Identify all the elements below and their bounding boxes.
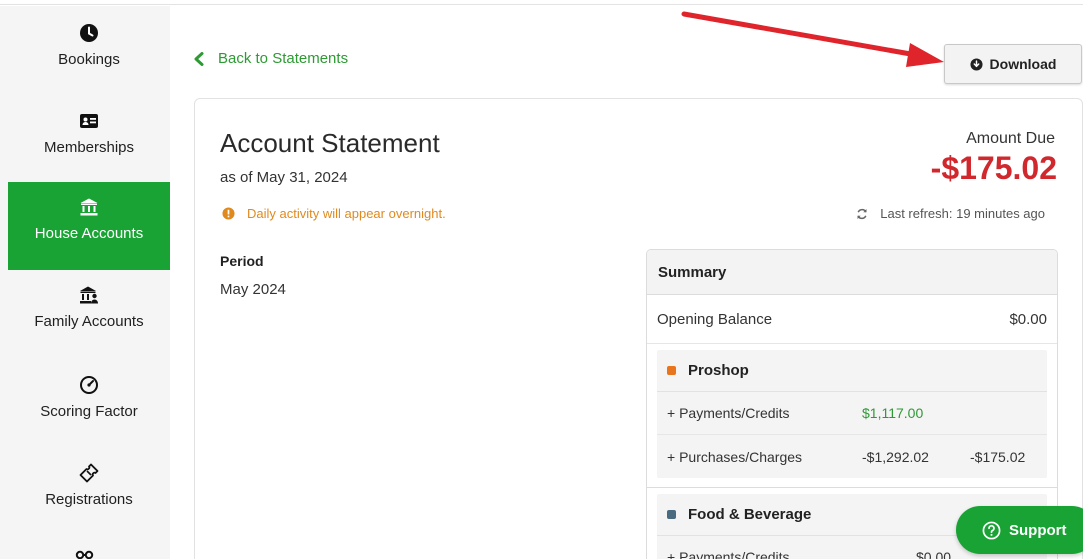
period-value: May 2024 <box>220 281 286 298</box>
opening-balance-value: $0.00 <box>1009 310 1047 328</box>
row-amount: $1,117.00 <box>862 405 924 421</box>
sidebar-item-family-accounts[interactable]: Family Accounts <box>8 270 170 358</box>
last-refresh-text: Last refresh: 19 minutes ago <box>880 206 1045 221</box>
sidebar-item-house-accounts[interactable]: House Accounts <box>8 182 170 270</box>
sidebar-item-memberships[interactable]: Memberships <box>8 96 170 184</box>
sidebar-item-label: Family Accounts <box>34 313 144 330</box>
row-label: + Purchases/Charges <box>667 448 803 465</box>
top-divider <box>0 0 1083 5</box>
page-title: Account Statement <box>220 128 440 158</box>
sidebar-item-scoring-factor[interactable]: Scoring Factor <box>8 360 170 448</box>
group-name: Proshop <box>688 362 749 379</box>
opening-balance-row: Opening Balance $0.00 <box>647 295 1057 344</box>
sidebar-more-icon <box>74 546 96 559</box>
sidebar-item-label: Memberships <box>43 139 135 156</box>
clock-icon <box>78 22 100 44</box>
download-button[interactable]: Download <box>944 44 1082 84</box>
download-button-label: Download <box>989 56 1057 72</box>
sidebar-item-label: House Accounts <box>34 225 144 242</box>
chevron-left-icon <box>194 51 204 66</box>
sidebar-item-bookings[interactable]: Bookings <box>8 8 170 96</box>
annotation-arrow-icon <box>681 11 944 67</box>
sidebar-item-label: Registrations <box>45 491 133 508</box>
bank-icon <box>78 196 100 218</box>
row-amount: $0.00 <box>916 549 952 559</box>
period-label: Period <box>220 253 264 269</box>
download-circle-icon <box>970 57 983 71</box>
id-card-icon <box>78 110 100 132</box>
row-amount: -$1,292.02 <box>862 448 929 465</box>
table-row: + Payments/Credits $1,117.00 <box>657 392 1047 435</box>
ticket-icon <box>78 462 100 484</box>
group-color-swatch <box>667 510 676 519</box>
gauge-icon <box>78 374 100 396</box>
opening-balance-label: Opening Balance <box>657 310 773 328</box>
last-refresh[interactable]: Last refresh: 19 minutes ago <box>856 206 1045 221</box>
support-button[interactable]: Support <box>956 506 1083 554</box>
statement-date: as of May 31, 2024 <box>220 169 348 186</box>
summary-group-proshop: Proshop + Payments/Credits $1,117.00 + P… <box>657 350 1047 478</box>
support-button-label: Support <box>1009 521 1067 539</box>
amount-due-value: -$175.02 <box>930 150 1057 186</box>
row-label: + Payments/Credits <box>667 405 790 421</box>
sidebar-item-label: Scoring Factor <box>40 403 138 420</box>
family-bank-icon <box>78 284 100 306</box>
row-label: + Payments/Credits <box>667 549 790 559</box>
refresh-icon <box>857 208 867 219</box>
info-icon <box>222 207 235 220</box>
summary-title: Summary <box>647 250 1057 295</box>
table-row: + Purchases/Charges -$1,292.02 -$175.02 <box>657 435 1047 478</box>
group-divider <box>647 478 1057 488</box>
overnight-notice: Daily activity will appear overnight. <box>222 206 446 221</box>
amount-due-label: Amount Due <box>966 130 1055 147</box>
sidebar-item-label: Bookings <box>58 51 120 68</box>
group-name: Food & Beverage <box>688 506 812 523</box>
group-color-swatch <box>667 366 676 375</box>
help-circle-icon <box>982 521 1001 539</box>
sidebar-item-registrations[interactable]: Registrations <box>8 448 170 536</box>
back-link-label: Back to Statements <box>218 50 349 67</box>
back-to-statements-link[interactable]: Back to Statements <box>192 50 348 67</box>
notice-text: Daily activity will appear overnight. <box>247 206 446 221</box>
row-total: -$175.02 <box>970 448 1026 465</box>
group-header: Proshop <box>657 350 1047 392</box>
sidebar: Bookings Memberships House Accounts Fami… <box>0 6 170 559</box>
